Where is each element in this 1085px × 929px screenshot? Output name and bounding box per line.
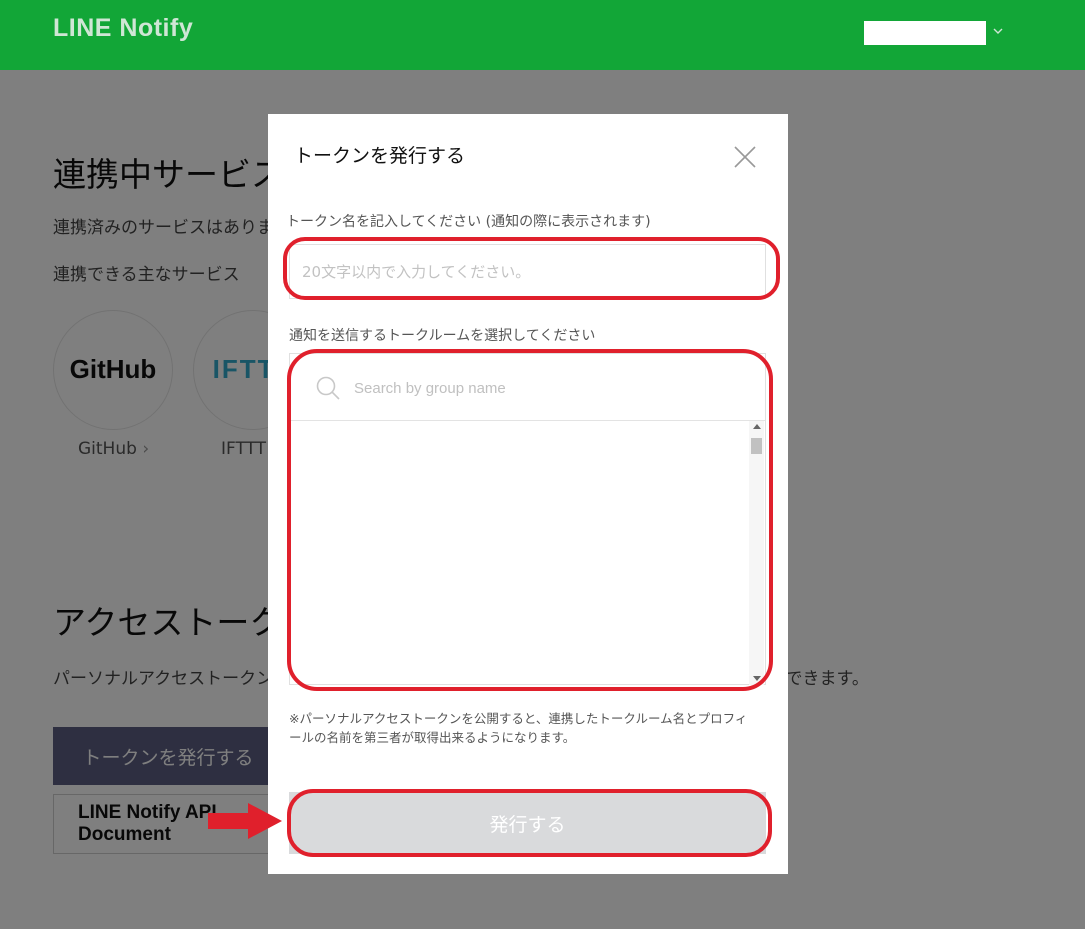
- token-name-label: トークン名を記入してください (通知の際に表示されます): [286, 214, 651, 230]
- token-name-input[interactable]: [289, 244, 766, 299]
- talk-room-label: 通知を送信するトークルームを選択してください: [289, 328, 596, 344]
- close-icon[interactable]: [730, 142, 760, 172]
- dialog-title: トークンを発行する: [294, 145, 466, 167]
- privacy-note: ※パーソナルアクセストークンを公開すると、連携したトークルーム名とプロフィールの…: [289, 711, 748, 745]
- issue-token-dialog: トークンを発行する トークン名を記入してください (通知の際に表示されます) 通…: [268, 114, 788, 874]
- scroll-down-arrow-icon[interactable]: [753, 676, 761, 681]
- room-list-scrollbar[interactable]: [749, 421, 764, 685]
- search-icon: [316, 376, 340, 400]
- line-notify-logo[interactable]: LINE Notify: [53, 14, 193, 43]
- app-header: LINE Notify: [0, 0, 1085, 70]
- right-arrow-icon: [208, 803, 282, 839]
- group-search-row: [290, 354, 765, 421]
- group-search-input[interactable]: [352, 372, 736, 404]
- user-menu[interactable]: [864, 21, 986, 45]
- talk-room-list[interactable]: [290, 421, 749, 685]
- scroll-thumb[interactable]: [751, 438, 762, 454]
- scroll-up-arrow-icon[interactable]: [753, 424, 761, 429]
- chevron-down-icon[interactable]: [991, 24, 1005, 38]
- issue-submit-button[interactable]: 発行する: [289, 792, 766, 854]
- talk-room-selector: [289, 353, 766, 685]
